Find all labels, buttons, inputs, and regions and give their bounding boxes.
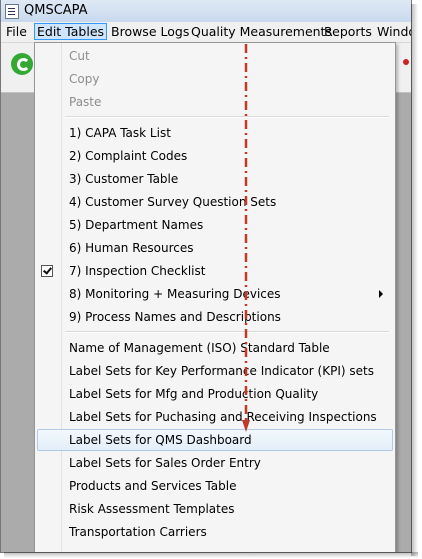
window-title: QMSCAPA bbox=[24, 3, 88, 18]
menu-item-label: Label Sets for Sales Order Entry bbox=[69, 456, 261, 470]
menu-item-label: 2) Complaint Codes bbox=[69, 149, 188, 163]
menu-item-department-names[interactable]: 5) Department Names bbox=[37, 214, 391, 236]
menu-reports[interactable]: Reports bbox=[322, 24, 374, 40]
menu-item-kpi-label-sets[interactable]: Label Sets for Key Performance Indicator… bbox=[37, 360, 391, 382]
menu-item-label: Label Sets for Mfg and Production Qualit… bbox=[69, 387, 319, 401]
menu-item-copy: Copy bbox=[37, 68, 391, 90]
menu-window[interactable]: Windo bbox=[375, 24, 411, 40]
window-shadow bbox=[4, 552, 418, 558]
menu-item-label: 6) Human Resources bbox=[69, 241, 194, 255]
menu-item-label: Label Sets for Key Performance Indicator… bbox=[69, 364, 374, 378]
menu-item-customer-table[interactable]: 3) Customer Table bbox=[37, 168, 391, 190]
menu-item-label: Risk Assessment Templates bbox=[69, 502, 235, 516]
submenu-arrow-icon bbox=[379, 290, 383, 298]
menu-edit-tables[interactable]: Edit Tables bbox=[34, 23, 108, 40]
menu-item-purchasing-label-sets[interactable]: Label Sets for Puchasing and Receiving I… bbox=[37, 406, 391, 428]
menu-item-monitoring-measuring-devices[interactable]: 8) Monitoring + Measuring Devices bbox=[37, 283, 391, 305]
annotation-arrow-icon bbox=[242, 44, 250, 432]
menu-item-transportation-carriers[interactable]: Transportation Carriers bbox=[37, 521, 391, 543]
menu-item-label: 1) CAPA Task List bbox=[69, 126, 171, 140]
checkmark-icon bbox=[41, 265, 53, 277]
menu-item-label: Name of Management (ISO) Standard Table bbox=[69, 341, 330, 355]
menu-item-label: Cut bbox=[69, 49, 90, 63]
menu-item-process-names[interactable]: 9) Process Names and Descriptions bbox=[37, 306, 391, 328]
menu-item-label: Products and Services Table bbox=[69, 479, 237, 493]
menu-item-products-services-table[interactable]: Products and Services Table bbox=[37, 475, 391, 497]
menu-item-capa-task-list[interactable]: 1) CAPA Task List bbox=[37, 122, 391, 144]
menu-bar: File Edit Tables Browse Logs Quality Mea… bbox=[1, 22, 411, 43]
menu-item-risk-assessment-templates[interactable]: Risk Assessment Templates bbox=[37, 498, 391, 520]
window-shadow bbox=[411, 4, 418, 556]
menu-item-label: Transportation Carriers bbox=[69, 525, 207, 539]
menu-item-qms-dashboard-label-sets[interactable]: Label Sets for QMS Dashboard bbox=[37, 429, 393, 451]
menu-item-label: Label Sets for Puchasing and Receiving I… bbox=[69, 410, 377, 424]
menu-browse-logs[interactable]: Browse Logs bbox=[109, 24, 191, 40]
menu-separator bbox=[65, 116, 389, 118]
edit-tables-dropdown: Cut Copy Paste 1) CAPA Task List 2) Comp… bbox=[34, 42, 396, 552]
app-icon bbox=[5, 4, 19, 19]
status-dot-icon bbox=[403, 59, 409, 65]
menu-item-label: Copy bbox=[69, 72, 100, 86]
menu-item-inspection-checklist[interactable]: 7) Inspection Checklist bbox=[37, 260, 391, 282]
menu-item-paste: Paste bbox=[37, 91, 391, 113]
menu-separator bbox=[65, 331, 389, 333]
menu-item-customer-survey-question-sets[interactable]: 4) Customer Survey Question Sets bbox=[37, 191, 391, 213]
go-icon[interactable] bbox=[11, 53, 33, 75]
menu-item-label: 7) Inspection Checklist bbox=[69, 264, 206, 278]
menu-item-label: 5) Department Names bbox=[69, 218, 204, 232]
menu-item-label: 3) Customer Table bbox=[69, 172, 179, 186]
menu-item-label: Paste bbox=[69, 95, 102, 109]
menu-item-management-standard-table[interactable]: Name of Management (ISO) Standard Table bbox=[37, 337, 391, 359]
menu-item-cut: Cut bbox=[37, 45, 391, 67]
menu-file[interactable]: File bbox=[4, 24, 29, 40]
menu-item-complaint-codes[interactable]: 2) Complaint Codes bbox=[37, 145, 391, 167]
title-bar: QMSCAPA bbox=[1, 0, 411, 22]
menu-item-label: Label Sets for QMS Dashboard bbox=[69, 433, 252, 447]
menu-item-sales-order-label-sets[interactable]: Label Sets for Sales Order Entry bbox=[37, 452, 391, 474]
menu-quality-measurements[interactable]: Quality Measurements bbox=[189, 24, 334, 40]
menu-item-human-resources[interactable]: 6) Human Resources bbox=[37, 237, 391, 259]
menu-item-mfg-quality-label-sets[interactable]: Label Sets for Mfg and Production Qualit… bbox=[37, 383, 391, 405]
application-window: QMSCAPA File Edit Tables Browse Logs Qua… bbox=[0, 0, 412, 553]
